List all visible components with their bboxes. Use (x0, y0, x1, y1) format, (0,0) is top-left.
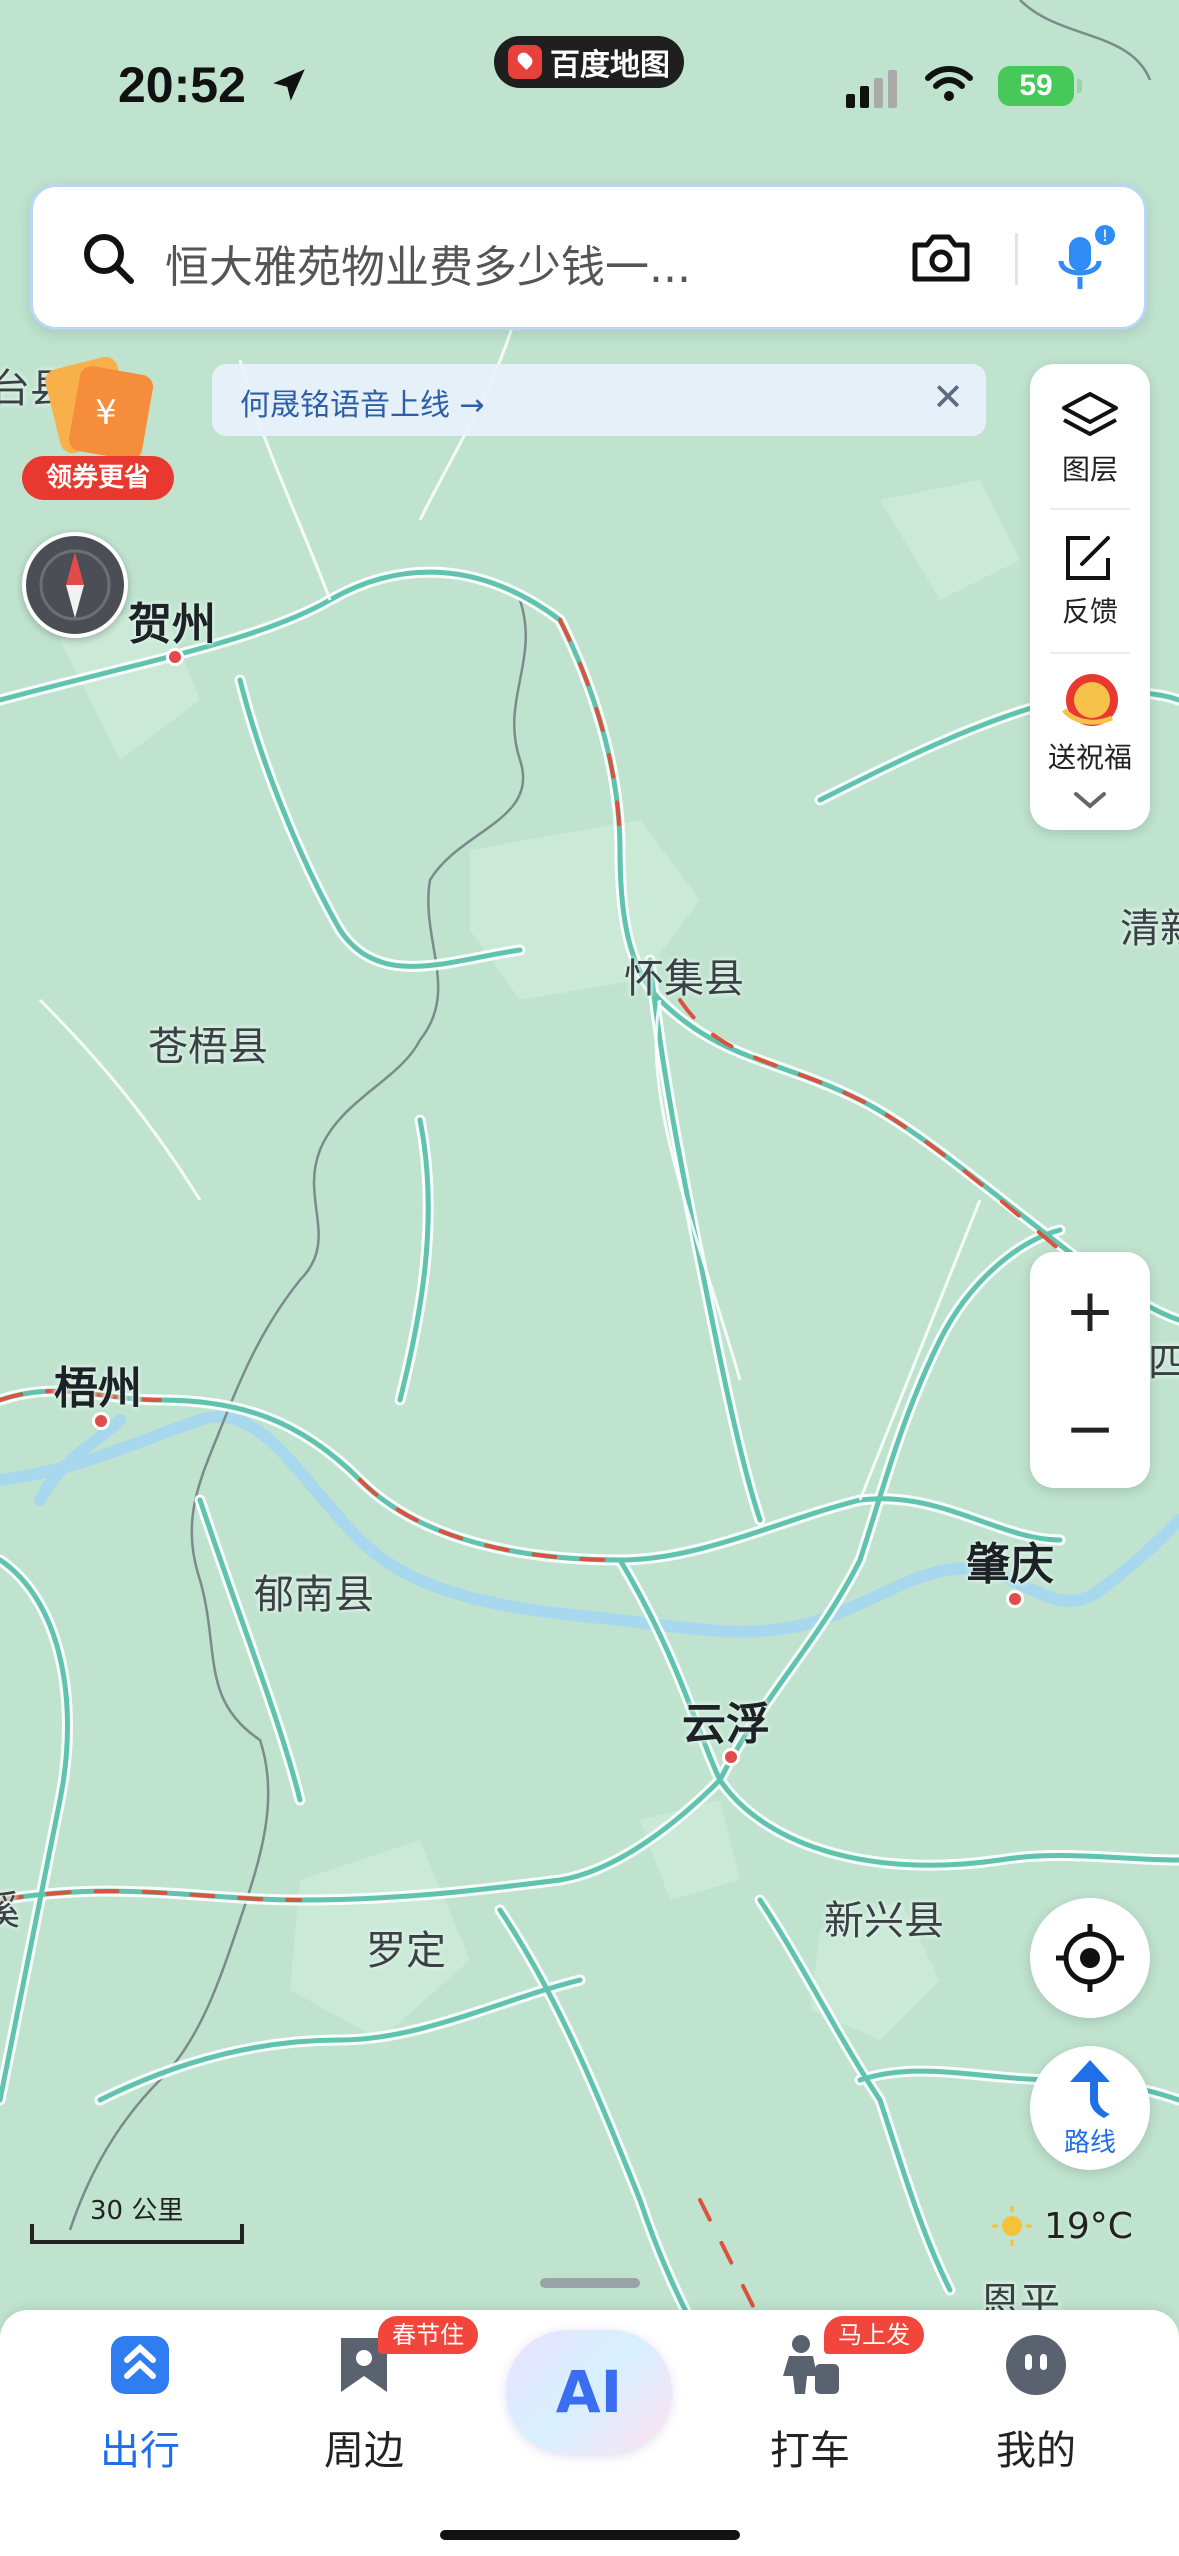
coupon-widget[interactable]: ¥ 领券更省 (22, 356, 174, 506)
svg-text:!: ! (1102, 226, 1108, 245)
microphone-icon[interactable]: ! (1049, 223, 1119, 297)
map-label-sihui[interactable]: 四会 (1148, 1330, 1179, 1388)
home-indicator[interactable] (440, 2530, 740, 2540)
map-label-luoding[interactable]: 罗定 (366, 1918, 446, 1976)
location-arrow-icon (273, 69, 305, 101)
app-indicator[interactable]: 百度地图 (494, 36, 684, 88)
nav-taxi-label: 打车 (770, 2428, 850, 2474)
nav-travel-label: 出行 (100, 2428, 180, 2474)
app-name: 百度地图 (550, 48, 670, 83)
drag-handle[interactable] (540, 2278, 640, 2288)
layers-label: 图层 (1061, 453, 1118, 486)
svg-text:¥: ¥ (95, 393, 117, 433)
search-icon (84, 234, 134, 284)
weather-widget[interactable]: 19°C (990, 2204, 1133, 2248)
ai-button[interactable]: AI (506, 2330, 672, 2454)
panel-divider (1050, 652, 1130, 654)
nav-nearby-badge: 春节住 (378, 2316, 478, 2354)
map-scale: 30 公里 (30, 2190, 250, 2250)
locate-button[interactable] (1030, 1898, 1150, 2018)
baidu-maps-logo-icon (508, 45, 542, 79)
layers-button[interactable]: 图层 (1030, 390, 1150, 488)
map-label-xinxing[interactable]: 新兴县 (824, 1888, 944, 1946)
notice-text[interactable]: 何晟铭语音上线 → (240, 380, 485, 424)
nav-taxi[interactable]: 打车 马上发 (720, 2316, 924, 2476)
blessing-label: 送祝福 (1047, 741, 1132, 774)
scale-bar (30, 2224, 244, 2244)
map-label-yunan[interactable]: 郁南县 (254, 1562, 374, 1620)
map-label-yunfu[interactable]: 云浮 (682, 1688, 770, 1752)
weather-temperature: 19°C (1044, 2205, 1133, 2247)
coupon-label[interactable]: 领券更省 (22, 456, 174, 500)
search-divider (1015, 233, 1018, 285)
city-marker-wuzhou[interactable] (92, 1412, 110, 1430)
battery-level: 59 (1019, 69, 1053, 102)
map-label-qingxin[interactable]: 清新 (1120, 896, 1179, 954)
nav-nearby-label: 周边 (324, 2428, 404, 2474)
feedback-button[interactable]: 反馈 (1030, 532, 1150, 630)
route-label: 路线 (1063, 2128, 1116, 2158)
map-label-cangwu[interactable]: 苍梧县 (148, 1014, 268, 1072)
profile-icon (1006, 2335, 1066, 2395)
zoom-out-button[interactable]: − (1030, 1370, 1150, 1488)
map-label-hezhou[interactable]: 贺州 (128, 588, 216, 652)
compass-button[interactable] (22, 532, 128, 638)
status-bar: 20:52 百度地图 59 (0, 0, 1179, 170)
battery-indicator: 59 (998, 66, 1082, 106)
route-arrow-icon (1070, 2060, 1110, 2118)
layers-icon (1062, 392, 1118, 436)
chevron-down-icon[interactable] (1072, 788, 1108, 812)
coupon-icon: ¥ (45, 356, 154, 460)
nav-travel[interactable]: 出行 (50, 2330, 230, 2476)
feedback-label: 反馈 (1061, 595, 1118, 628)
nav-profile-label: 我的 (996, 2428, 1076, 2474)
map-label-xi[interactable]: 溪 (0, 1878, 20, 1936)
map-label-huaiji[interactable]: 怀集县 (624, 946, 744, 1004)
map-label-zhaoqing[interactable]: 肇庆 (966, 1528, 1054, 1592)
nav-taxi-badge: 马上发 (824, 2316, 924, 2354)
zoom-in-button[interactable]: + (1030, 1252, 1150, 1370)
crosshair-icon (1056, 1924, 1124, 1992)
close-icon[interactable]: ✕ (932, 378, 964, 416)
status-time: 20:52 (118, 57, 246, 113)
sun-icon (992, 2206, 1032, 2246)
search-input[interactable]: 恒大雅苑物业费多少钱一... (165, 231, 691, 295)
wifi-icon (925, 66, 973, 101)
nav-profile[interactable]: 我的 (946, 2330, 1126, 2476)
panel-divider (1050, 508, 1130, 510)
zoom-control: + − (1030, 1252, 1150, 1488)
cellular-signal-icon (846, 70, 897, 108)
city-marker-zhaoqing[interactable] (1006, 1590, 1024, 1608)
bottom-nav: 出行 周边 春节住 AI 打车 马上发 我的 (0, 2310, 1179, 2556)
voice-notice-banner[interactable]: 何晟铭语音上线 → ✕ (212, 364, 986, 436)
blessing-icon (1062, 674, 1118, 726)
map-tools-panel: 图层 反馈 送祝福 (1030, 364, 1150, 830)
edit-icon (1066, 536, 1110, 580)
blessing-button[interactable]: 送祝福 (1030, 670, 1150, 776)
route-button[interactable]: 路线 (1030, 2046, 1150, 2170)
nav-nearby[interactable]: 周边 春节住 (274, 2316, 478, 2476)
compass-icon (39, 549, 111, 621)
map-label-wuzhou[interactable]: 梧州 (54, 1352, 142, 1416)
city-marker-yunfu[interactable] (722, 1748, 740, 1766)
scale-label: 30 公里 (90, 2196, 184, 2226)
camera-icon[interactable] (909, 227, 973, 287)
search-bar[interactable]: 恒大雅苑物业费多少钱一... ! (30, 184, 1147, 330)
city-marker-hezhou[interactable] (166, 648, 184, 666)
travel-icon (111, 2336, 169, 2394)
